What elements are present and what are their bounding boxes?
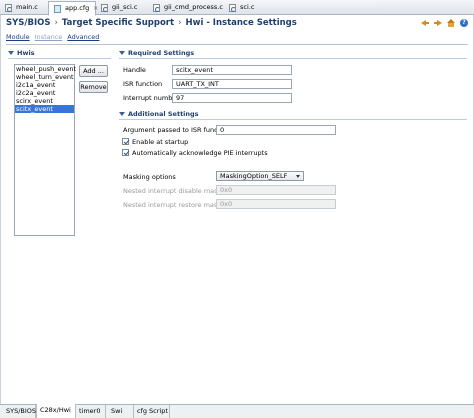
additional-settings-header[interactable]: Additional Settings	[119, 110, 199, 118]
collapse-chevron-icon[interactable]	[8, 51, 14, 55]
masking-options-label: Masking options	[123, 173, 176, 181]
bottom-page-tabs: SYS/BIOS C28x/Hwi timer0 Swi cfg Script	[0, 404, 474, 418]
interrupt-number-label: Interrupt number	[123, 94, 180, 102]
c-file-icon	[153, 4, 160, 12]
auto-acknowledge-pie-checkbox[interactable]: Automatically acknowledge PIE interrupts	[122, 149, 268, 157]
interrupt-number-field[interactable]: 97	[172, 93, 292, 103]
nested-restore-mask-label: Nested interrupt restore mask	[123, 201, 222, 209]
checkbox-checked-icon[interactable]	[122, 138, 129, 145]
masking-options-select[interactable]: MaskingOption_SELF	[216, 171, 304, 181]
toolbar-icons: ?	[421, 19, 468, 27]
add-button[interactable]: Add ...	[79, 65, 108, 77]
auto-acknowledge-pie-label: Automatically acknowledge PIE interrupts	[132, 149, 268, 157]
isr-argument-label: Argument passed to ISR function	[123, 126, 231, 134]
enable-at-startup-checkbox[interactable]: Enable at startup	[122, 138, 188, 146]
list-item[interactable]: scirx_event	[15, 97, 74, 105]
nested-disable-mask-field: 0x0	[216, 185, 336, 195]
list-item[interactable]: wheel_push_event	[15, 65, 76, 73]
hwis-section-header[interactable]: Hwis	[8, 49, 35, 57]
list-item[interactable]: wheel_turn_event	[15, 73, 74, 81]
required-settings-header[interactable]: Required Settings	[119, 49, 194, 57]
hwis-section-rule	[8, 58, 111, 59]
collapse-chevron-icon[interactable]	[119, 112, 125, 116]
tab-label: main.c	[16, 3, 38, 11]
list-item[interactable]: i2c2a_event	[15, 89, 74, 97]
tab-timer0[interactable]: timer0	[76, 405, 106, 418]
tab-swi[interactable]: Swi	[108, 405, 134, 418]
editor-tab-gii-cmd-process-c[interactable]: gii_cmd_process.c	[148, 1, 223, 15]
required-section-rule	[119, 58, 467, 59]
isr-function-field[interactable]: UART_TX_INT	[172, 79, 292, 89]
forward-arrow-icon[interactable]	[434, 19, 442, 27]
view-links: Module Instance Advanced	[6, 33, 104, 41]
tab-label: gii_cmd_process.c	[164, 3, 223, 11]
isr-argument-field[interactable]: 0	[216, 125, 336, 135]
nested-disable-mask-label: Nested interrupt disable mask	[123, 187, 222, 195]
c-file-icon	[229, 4, 236, 12]
remove-button[interactable]: Remove	[79, 81, 108, 93]
tab-label: sci.c	[240, 3, 255, 11]
help-icon[interactable]: ?	[460, 19, 468, 27]
module-link[interactable]: Module	[6, 33, 30, 41]
editor-tab-main-c[interactable]: main.c	[0, 1, 48, 15]
enable-at-startup-label: Enable at startup	[132, 138, 189, 146]
back-arrow-icon[interactable]	[421, 19, 429, 27]
cfg-file-icon	[54, 5, 61, 13]
c-file-icon	[5, 4, 12, 12]
tab-cfg-script[interactable]: cfg Script	[134, 405, 170, 418]
tab-c28x-hwi[interactable]: C28x/Hwi	[36, 404, 76, 418]
collapse-chevron-icon[interactable]	[119, 51, 125, 55]
breadcrumb: SYS/BIOS › Target Specific Support › Hwi - I…	[6, 18, 297, 28]
hwi-instance-list[interactable]: wheel_push_event wheel_turn_event i2c1a_…	[14, 64, 76, 236]
required-settings-title: Required Settings	[128, 49, 195, 57]
list-item-selected[interactable]: scitx_event	[15, 105, 74, 113]
tab-sysbios[interactable]: SYS/BIOS	[3, 405, 36, 418]
handle-field[interactable]: scitx_event	[172, 65, 292, 75]
chevron-down-icon	[296, 175, 300, 178]
masking-options-value: MaskingOption_SELF	[220, 172, 288, 180]
page-title: Hwi - Instance Settings	[185, 18, 297, 28]
breadcrumb-target-support[interactable]: Target Specific Support	[62, 18, 174, 28]
instance-link: Instance	[34, 33, 63, 41]
editor-tab-strip: main.c app.cfg × gii_sci.c gii_cmd_proces…	[0, 0, 474, 16]
editor-tab-app-cfg[interactable]: app.cfg ×	[48, 1, 98, 16]
tab-label: app.cfg	[65, 4, 90, 12]
tab-label: gii_sci.c	[112, 3, 138, 11]
breadcrumb-separator: ›	[54, 18, 58, 28]
additional-settings-title: Additional Settings	[128, 110, 199, 118]
editor-tab-gii-sci-c[interactable]: gii_sci.c	[96, 1, 148, 15]
list-item[interactable]: i2c1a_event	[15, 81, 74, 89]
breadcrumb-sysbios[interactable]: SYS/BIOS	[6, 18, 51, 28]
isr-function-label: ISR function	[123, 80, 163, 88]
hwis-title: Hwis	[17, 49, 35, 57]
header-divider	[6, 44, 468, 45]
c-file-icon	[101, 4, 108, 12]
title-bar: SYS/BIOS › Target Specific Support › Hwi - I…	[0, 15, 474, 32]
handle-label: Handle	[123, 66, 146, 74]
editor-tab-sci-c[interactable]: sci.c	[224, 1, 272, 15]
checkbox-checked-icon[interactable]	[122, 149, 129, 156]
breadcrumb-separator: ›	[178, 18, 182, 28]
nested-restore-mask-field: 0x0	[216, 199, 336, 209]
additional-section-rule	[119, 119, 467, 120]
home-icon[interactable]	[447, 19, 455, 27]
advanced-link[interactable]: Advanced	[67, 33, 99, 41]
